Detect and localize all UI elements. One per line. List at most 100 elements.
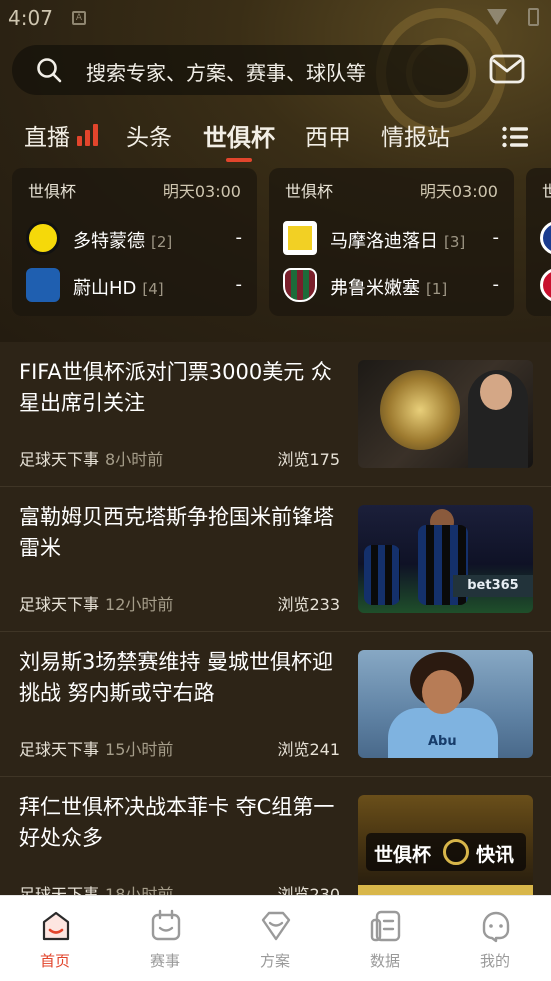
team-name: 马摩洛迪落日: [330, 231, 438, 252]
notification-a-icon: A: [72, 11, 86, 25]
team-name: 弗鲁米嫩塞: [330, 278, 420, 299]
match-away-team: 弗鲁米嫩塞 [1] -: [283, 268, 503, 302]
news-source: 足球天下事: [19, 450, 100, 469]
team-logo-icon: [540, 221, 551, 255]
plan-icon: [261, 911, 291, 941]
team-score: -: [492, 227, 500, 248]
mail-icon[interactable]: [489, 53, 525, 85]
tab-laliga[interactable]: 西甲: [305, 118, 351, 152]
club-world-cup-logo-icon: [443, 839, 469, 865]
news-time: 15小时前: [105, 740, 174, 759]
search-icon: [37, 58, 62, 83]
news-item[interactable]: 富勒姆贝西克塔斯争抢国米前锋塔雷米 足球天下事 12小时前 浏览233 bet36…: [0, 487, 551, 632]
news-views: 浏览175: [277, 450, 340, 469]
wifi-icon: [487, 9, 507, 25]
shirt-sponsor: Abu: [428, 734, 457, 749]
nav-home[interactable]: 首页: [0, 896, 110, 981]
promo-label-left: 世俱杯: [374, 844, 432, 866]
news-title: FIFA世俱杯派对门票3000美元 众星出席引关注: [19, 360, 332, 415]
news-title: 刘易斯3场禁赛维持 曼城世俱杯迎挑战 努内斯或守右路: [19, 650, 334, 705]
news-time: 12小时前: [105, 595, 174, 614]
match-competition: 世俱杯: [28, 182, 77, 201]
tab-intel[interactable]: 情报站: [381, 118, 450, 152]
tab-headlines[interactable]: 头条: [126, 118, 172, 152]
team-rank: [1]: [426, 280, 448, 298]
news-views: 浏览233: [277, 595, 340, 614]
match-competition: 世: [542, 182, 551, 201]
team-rank: [2]: [151, 233, 173, 251]
match-card[interactable]: 世俱杯 明天03:00 多特蒙德 [2] - 蔚山HD [4] -: [12, 168, 257, 316]
tab-active-indicator: [226, 158, 252, 162]
search-placeholder: 搜索专家、方案、赛事、球队等: [86, 61, 366, 85]
match-home-team: [540, 221, 551, 255]
nav-profile[interactable]: 我的: [440, 896, 550, 981]
trophy-image: [380, 370, 460, 450]
news-item[interactable]: 拜仁世俱杯决战本菲卡 夺C组第一好处众多 足球天下事 18小时前 浏览230 世俱…: [0, 777, 551, 895]
nav-label: 赛事: [149, 952, 180, 970]
news-thumbnail: bet365: [358, 505, 533, 613]
dortmund-logo-icon: [26, 221, 60, 255]
sundowns-logo-icon: [283, 221, 317, 255]
news-feed[interactable]: FIFA世俱杯派对门票3000美元 众星出席引关注 足球天下事 8小时前 浏览17…: [0, 342, 551, 895]
match-card[interactable]: 世俱杯 明天03:00 马摩洛迪落日 [3] - 弗鲁米嫩塞 [1] -: [269, 168, 514, 316]
match-card[interactable]: 世: [526, 168, 551, 316]
news-title: 富勒姆贝西克塔斯争抢国米前锋塔雷米: [19, 505, 334, 560]
ulsan-logo-icon: [26, 268, 60, 302]
data-icon: [370, 910, 401, 942]
category-tabs: 直播 头条 世俱杯 西甲 情报站: [0, 112, 551, 166]
live-signal-icon: [77, 124, 98, 146]
header-hero: 4:07 A 搜索专家、方案、赛事、球队等 直播 头条 世俱杯 西甲 情报站 世…: [0, 0, 551, 342]
sponsor-board: bet365: [453, 575, 533, 597]
tab-club-world-cup[interactable]: 世俱杯: [203, 118, 275, 153]
news-source: 足球天下事: [19, 740, 100, 759]
news-views: 浏览241: [277, 740, 340, 759]
team-score: -: [235, 227, 243, 248]
bottom-navigation: 首页 赛事 方案 数据 我的: [0, 895, 551, 981]
tab-live[interactable]: 直播: [24, 118, 70, 152]
match-away-team: [540, 268, 551, 302]
status-time: 4:07: [8, 6, 53, 30]
match-home-team: 多特蒙德 [2] -: [26, 221, 246, 255]
match-cards-scroller[interactable]: 世俱杯 明天03:00 多特蒙德 [2] - 蔚山HD [4] - 世俱杯 明天03…: [0, 168, 551, 318]
nav-plans[interactable]: 方案: [220, 896, 330, 981]
news-time: 8小时前: [105, 450, 164, 469]
match-home-team: 马摩洛迪落日 [3] -: [283, 221, 503, 255]
team-score: -: [492, 274, 500, 295]
team-logo-icon: [540, 268, 551, 302]
match-away-team: 蔚山HD [4] -: [26, 268, 246, 302]
match-kickoff: 明天03:00: [419, 182, 498, 201]
profile-icon: [482, 911, 510, 943]
team-rank: [4]: [142, 280, 164, 298]
nav-label: 我的: [479, 952, 510, 970]
match-kickoff: 明天03:00: [162, 182, 241, 201]
home-icon: [42, 911, 70, 941]
search-bar[interactable]: 搜索专家、方案、赛事、球队等: [12, 45, 468, 95]
promo-label-right: 快讯: [476, 844, 515, 866]
team-rank: [3]: [444, 233, 466, 251]
fluminense-logo-icon: [283, 268, 317, 302]
news-source: 足球天下事: [19, 885, 100, 895]
news-thumbnail: Abu: [358, 650, 533, 758]
nav-label: 首页: [39, 952, 70, 970]
team-name: 蔚山HD: [73, 278, 137, 299]
nav-matches[interactable]: 赛事: [110, 896, 220, 981]
news-title: 拜仁世俱杯决战本菲卡 夺C组第一好处众多: [19, 795, 335, 850]
status-bar: 4:07 A: [0, 0, 551, 36]
menu-icon[interactable]: [502, 126, 528, 148]
news-views: 浏览230: [277, 885, 340, 895]
news-thumbnail: [358, 360, 533, 468]
news-item[interactable]: FIFA世俱杯派对门票3000美元 众星出席引关注 足球天下事 8小时前 浏览17…: [0, 342, 551, 487]
schedule-icon: [151, 909, 181, 941]
news-thumbnail: 世俱杯 快讯: [358, 795, 533, 895]
battery-icon: [528, 8, 539, 26]
news-source: 足球天下事: [19, 595, 100, 614]
match-competition: 世俱杯: [285, 182, 334, 201]
news-time: 18小时前: [105, 885, 174, 895]
nav-label: 数据: [369, 952, 400, 970]
nav-data[interactable]: 数据: [330, 896, 440, 981]
player-image: [388, 708, 498, 758]
team-name: 多特蒙德: [73, 231, 145, 252]
team-score: -: [235, 274, 243, 295]
nav-label: 方案: [259, 952, 290, 970]
news-item[interactable]: 刘易斯3场禁赛维持 曼城世俱杯迎挑战 努内斯或守右路 足球天下事 15小时前 浏览…: [0, 632, 551, 777]
